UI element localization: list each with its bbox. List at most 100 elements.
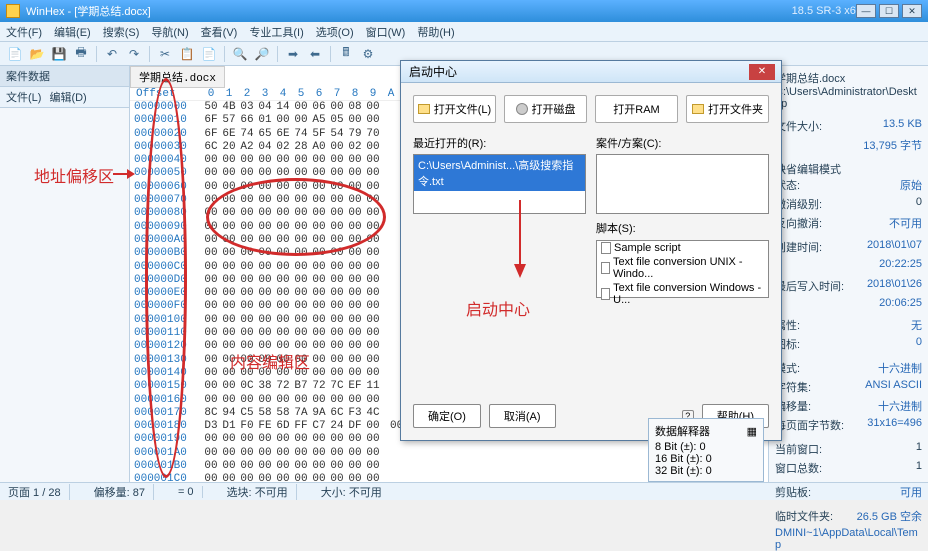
byte-cell[interactable]: 06 bbox=[310, 101, 328, 114]
byte-cell[interactable]: EF bbox=[346, 380, 364, 393]
byte-cell[interactable]: 00 bbox=[256, 300, 274, 313]
byte-cell[interactable]: 00 bbox=[256, 367, 274, 380]
byte-cell[interactable]: 00 bbox=[238, 207, 256, 220]
byte-cell[interactable]: 00 bbox=[202, 181, 220, 194]
byte-cell[interactable]: 54 bbox=[328, 128, 346, 141]
byte-cell[interactable]: 00 bbox=[220, 394, 238, 407]
byte-cell[interactable]: 00 bbox=[274, 340, 292, 353]
byte-cell[interactable]: 00 bbox=[346, 460, 364, 473]
byte-cell[interactable]: 74 bbox=[292, 128, 310, 141]
byte-cell[interactable]: 00 bbox=[292, 207, 310, 220]
print-icon[interactable]: 🖶 bbox=[72, 45, 90, 63]
byte-cell[interactable]: 00 bbox=[202, 154, 220, 167]
new-icon[interactable]: 📄 bbox=[6, 45, 24, 63]
byte-cell[interactable]: 00 bbox=[238, 234, 256, 247]
byte-cell[interactable]: 00 bbox=[328, 433, 346, 446]
byte-cell[interactable]: 00 bbox=[238, 473, 256, 482]
byte-cell[interactable]: 00 bbox=[346, 194, 364, 207]
minimize-button[interactable]: — bbox=[856, 4, 876, 18]
byte-cell[interactable]: 00 bbox=[202, 221, 220, 234]
byte-cell[interactable]: 00 bbox=[202, 207, 220, 220]
byte-cell[interactable]: 94 bbox=[220, 407, 238, 420]
byte-cell[interactable]: 00 bbox=[310, 340, 328, 353]
settings-icon[interactable]: ⚙ bbox=[359, 45, 377, 63]
byte-cell[interactable]: 00 bbox=[238, 181, 256, 194]
byte-cell[interactable]: 05 bbox=[328, 114, 346, 127]
byte-cell[interactable]: 00 bbox=[328, 274, 346, 287]
byte-cell[interactable]: 00 bbox=[256, 447, 274, 460]
byte-cell[interactable]: 00 bbox=[310, 154, 328, 167]
byte-cell[interactable]: 00 bbox=[202, 274, 220, 287]
byte-cell[interactable]: 00 bbox=[256, 287, 274, 300]
byte-cell[interactable]: 00 bbox=[328, 207, 346, 220]
case-tab-file[interactable]: 文件(L) bbox=[6, 89, 41, 105]
byte-cell[interactable]: 00 bbox=[292, 394, 310, 407]
byte-cell[interactable]: 00 bbox=[202, 394, 220, 407]
byte-cell[interactable]: 00 bbox=[238, 167, 256, 180]
byte-cell[interactable]: 00 bbox=[220, 327, 238, 340]
byte-cell[interactable]: 70 bbox=[364, 128, 382, 141]
byte-cell[interactable]: 00 bbox=[220, 274, 238, 287]
byte-cell[interactable]: 00 bbox=[292, 287, 310, 300]
byte-cell[interactable]: 00 bbox=[346, 314, 364, 327]
byte-cell[interactable]: 00 bbox=[238, 247, 256, 260]
byte-cell[interactable]: 8C bbox=[202, 407, 220, 420]
byte-cell[interactable]: 00 bbox=[310, 247, 328, 260]
byte-cell[interactable]: 00 bbox=[328, 340, 346, 353]
byte-cell[interactable]: 00 bbox=[220, 247, 238, 260]
byte-cell[interactable]: 00 bbox=[292, 433, 310, 446]
byte-cell[interactable]: 00 bbox=[202, 354, 220, 367]
menu-options[interactable]: 选项(O) bbox=[316, 24, 354, 40]
byte-cell[interactable]: A0 bbox=[310, 141, 328, 154]
byte-cell[interactable]: 00 bbox=[238, 394, 256, 407]
byte-cell[interactable]: 00 bbox=[292, 274, 310, 287]
menu-nav[interactable]: 导航(N) bbox=[151, 24, 188, 40]
byte-cell[interactable]: 00 bbox=[202, 314, 220, 327]
byte-cell[interactable]: 02 bbox=[274, 141, 292, 154]
byte-cell[interactable]: 6E bbox=[220, 128, 238, 141]
byte-cell[interactable]: 00 bbox=[220, 221, 238, 234]
byte-cell[interactable]: F3 bbox=[346, 407, 364, 420]
byte-cell[interactable]: 58 bbox=[274, 407, 292, 420]
byte-cell[interactable]: 00 bbox=[328, 354, 346, 367]
byte-cell[interactable]: 00 bbox=[238, 194, 256, 207]
byte-cell[interactable]: 00 bbox=[346, 473, 364, 482]
byte-cell[interactable]: 00 bbox=[292, 300, 310, 313]
byte-cell[interactable]: 00 bbox=[256, 194, 274, 207]
byte-cell[interactable]: 00 bbox=[274, 114, 292, 127]
byte-cell[interactable]: 00 bbox=[220, 287, 238, 300]
byte-cell[interactable]: 00 bbox=[220, 433, 238, 446]
byte-cell[interactable]: 00 bbox=[364, 261, 382, 274]
byte-cell[interactable]: 00 bbox=[328, 447, 346, 460]
byte-cell[interactable]: 00 bbox=[364, 394, 382, 407]
close-button[interactable]: ✕ bbox=[902, 4, 922, 18]
byte-cell[interactable]: 00 bbox=[310, 167, 328, 180]
byte-cell[interactable]: 00 bbox=[202, 261, 220, 274]
byte-cell[interactable]: 00 bbox=[220, 194, 238, 207]
byte-cell[interactable]: 00 bbox=[202, 367, 220, 380]
byte-cell[interactable]: 00 bbox=[310, 327, 328, 340]
byte-cell[interactable]: 00 bbox=[202, 460, 220, 473]
byte-cell[interactable]: 00 bbox=[292, 261, 310, 274]
byte-cell[interactable]: 00 bbox=[256, 154, 274, 167]
byte-cell[interactable]: 74 bbox=[238, 128, 256, 141]
byte-cell[interactable]: 00 bbox=[310, 234, 328, 247]
byte-cell[interactable]: 00 bbox=[292, 367, 310, 380]
byte-cell[interactable]: 00 bbox=[202, 287, 220, 300]
byte-cell[interactable]: D1 bbox=[220, 420, 238, 433]
menu-search[interactable]: 搜索(S) bbox=[103, 24, 140, 40]
byte-cell[interactable]: 00 bbox=[256, 181, 274, 194]
byte-cell[interactable]: 00 bbox=[238, 460, 256, 473]
byte-cell[interactable]: 66 bbox=[238, 114, 256, 127]
byte-cell[interactable]: 00 bbox=[220, 380, 238, 393]
byte-cell[interactable]: 38 bbox=[256, 380, 274, 393]
byte-cell[interactable]: 00 bbox=[310, 460, 328, 473]
byte-cell[interactable]: 00 bbox=[238, 261, 256, 274]
script-list[interactable]: Sample script Text file conversion UNIX … bbox=[596, 240, 769, 298]
byte-cell[interactable]: 00 bbox=[256, 340, 274, 353]
byte-cell[interactable]: 00 bbox=[292, 460, 310, 473]
byte-cell[interactable]: 01 bbox=[256, 114, 274, 127]
open-icon[interactable]: 📂 bbox=[28, 45, 46, 63]
open-file-button[interactable]: 打开文件(L) bbox=[413, 95, 496, 123]
byte-cell[interactable]: 00 bbox=[328, 194, 346, 207]
